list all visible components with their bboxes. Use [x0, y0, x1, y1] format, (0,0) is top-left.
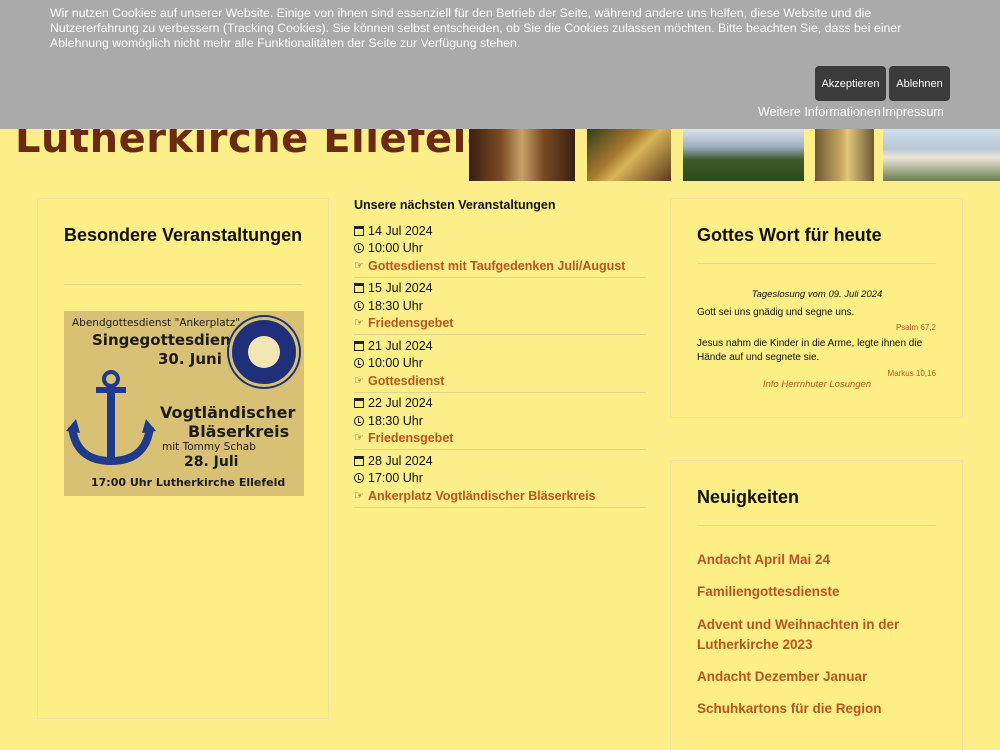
divider: [697, 263, 936, 264]
news-link[interactable]: Advent und Weihnachten in der Lutherkirc…: [697, 615, 937, 655]
clock-icon: [354, 243, 364, 254]
cookie-reject-button[interactable]: Ablehnen: [889, 66, 950, 101]
special-events-title: Besondere Veranstaltungen: [64, 225, 303, 245]
poster-line: 28. Juli: [184, 454, 239, 470]
losung-info-link[interactable]: Info Herrnhuter Losungen: [697, 379, 937, 390]
poster-line: Bläserkreis: [188, 422, 290, 441]
event-link[interactable]: Friedensgebet: [368, 316, 453, 330]
event-item: 14 Jul 2024 10:00 Uhr ☞ Gottesdienst mit …: [354, 220, 646, 278]
event-time: 17:00 Uhr: [368, 471, 423, 486]
ankerplatz-seal-icon: [229, 317, 299, 387]
cookie-text: Wir nutzen Cookies auf unserer Website. …: [50, 6, 902, 50]
news-link[interactable]: Andacht Dezember Januar: [697, 667, 937, 687]
clock-icon: [354, 415, 364, 426]
news-title: Neuigkeiten: [697, 487, 800, 507]
cookie-more-info-link[interactable]: Weitere Informationen: [758, 105, 881, 119]
divider: [697, 525, 936, 526]
event-time: 10:00 Uhr: [368, 241, 423, 256]
clock-icon: [354, 473, 364, 484]
header-photo-painting: [587, 128, 671, 181]
poster-line: Vogtländischer: [160, 403, 296, 422]
losung-verse: Gott sei uns gnädig und segne uns.: [697, 307, 855, 318]
poster-line: 30. Juni: [158, 350, 222, 368]
daily-verse-title: Gottes Wort für heute: [697, 225, 882, 245]
pointing-hand-icon: ☞: [354, 374, 364, 387]
losung-reference[interactable]: Markus 10,16: [888, 369, 936, 378]
event-date: 28 Jul 2024: [368, 453, 433, 468]
pointing-hand-icon: ☞: [354, 432, 364, 445]
event-poster[interactable]: Abendgottesdienst "Ankerplatz" Singegott…: [64, 311, 304, 496]
news-link[interactable]: Familiengottesdienste: [697, 582, 937, 602]
event-item: 22 Jul 2024 18:30 Uhr ☞ Friedensgebet: [354, 393, 646, 450]
event-date: 22 Jul 2024: [368, 396, 433, 411]
calendar-icon: [354, 340, 364, 351]
cookie-banner: Wir nutzen Cookies auf unserer Website. …: [0, 0, 1000, 129]
event-link[interactable]: Gottesdienst mit Taufgedenken Juli/Augus…: [368, 259, 625, 273]
event-date: 15 Jul 2024: [368, 281, 433, 296]
event-item: 21 Jul 2024 10:00 Uhr ☞ Gottesdienst: [354, 335, 646, 393]
event-link[interactable]: Ankerplatz Vogtländischer Bläserkreis: [368, 489, 596, 503]
poster-line: Abendgottesdienst "Ankerplatz": [72, 317, 241, 329]
header-photo-building: [883, 128, 1000, 181]
event-date: 14 Jul 2024: [368, 223, 433, 238]
clock-icon: [354, 300, 364, 311]
header-photo-church-exterior: [683, 128, 804, 181]
news-link[interactable]: Andacht April Mai 24: [697, 550, 937, 570]
upcoming-events: Unsere nächsten Veranstaltungen 14 Jul 2…: [354, 198, 646, 508]
header-photo-crucifix: [815, 128, 874, 181]
event-time: 10:00 Uhr: [368, 356, 423, 371]
pointing-hand-icon: ☞: [354, 489, 364, 502]
event-time: 18:30 Uhr: [368, 298, 423, 313]
event-item: 15 Jul 2024 18:30 Uhr ☞ Friedensgebet: [354, 278, 646, 335]
event-date: 21 Jul 2024: [368, 338, 433, 353]
event-link[interactable]: Friedensgebet: [368, 431, 453, 445]
divider: [64, 284, 302, 285]
calendar-icon: [354, 283, 364, 294]
clock-icon: [354, 358, 364, 369]
special-events-box: Besondere Veranstaltungen Abendgottesdie…: [37, 198, 329, 719]
anchor-icon: [66, 370, 156, 466]
losung-reference[interactable]: Psalm 67,2: [896, 323, 936, 332]
calendar-icon: [354, 455, 364, 466]
pointing-hand-icon: ☞: [354, 259, 364, 272]
losung-verse: Jesus nahm die Kinder in die Arme, legte…: [697, 338, 923, 363]
poster-line: mit Tommy Schab: [162, 441, 256, 453]
events-title: Unsere nächsten Veranstaltungen: [354, 198, 556, 212]
cookie-imprint-link[interactable]: Impressum: [882, 105, 944, 119]
news-box: Neuigkeiten Andacht April Mai 24 Familie…: [670, 460, 963, 750]
event-time: 18:30 Uhr: [368, 413, 423, 428]
calendar-icon: [354, 398, 364, 409]
news-link[interactable]: Schuhkartons für die Region: [697, 699, 937, 719]
losung-date: Tageslosung vom 09. Juli 2024: [751, 289, 883, 300]
pointing-hand-icon: ☞: [354, 317, 364, 330]
event-item: 28 Jul 2024 17:00 Uhr ☞ Ankerplatz Vogtlä…: [354, 450, 646, 508]
event-link[interactable]: Gottesdienst: [368, 374, 444, 388]
daily-verse-box: Gottes Wort für heute Tageslosung vom 09…: [670, 198, 963, 418]
calendar-icon: [354, 225, 364, 236]
cookie-accept-button[interactable]: Akzeptieren: [815, 66, 886, 101]
poster-line: Singegottesdienst: [92, 331, 247, 349]
poster-line: 17:00 Uhr Lutherkirche Ellefeld: [91, 476, 286, 489]
header-photo-church-interior: [469, 128, 575, 181]
